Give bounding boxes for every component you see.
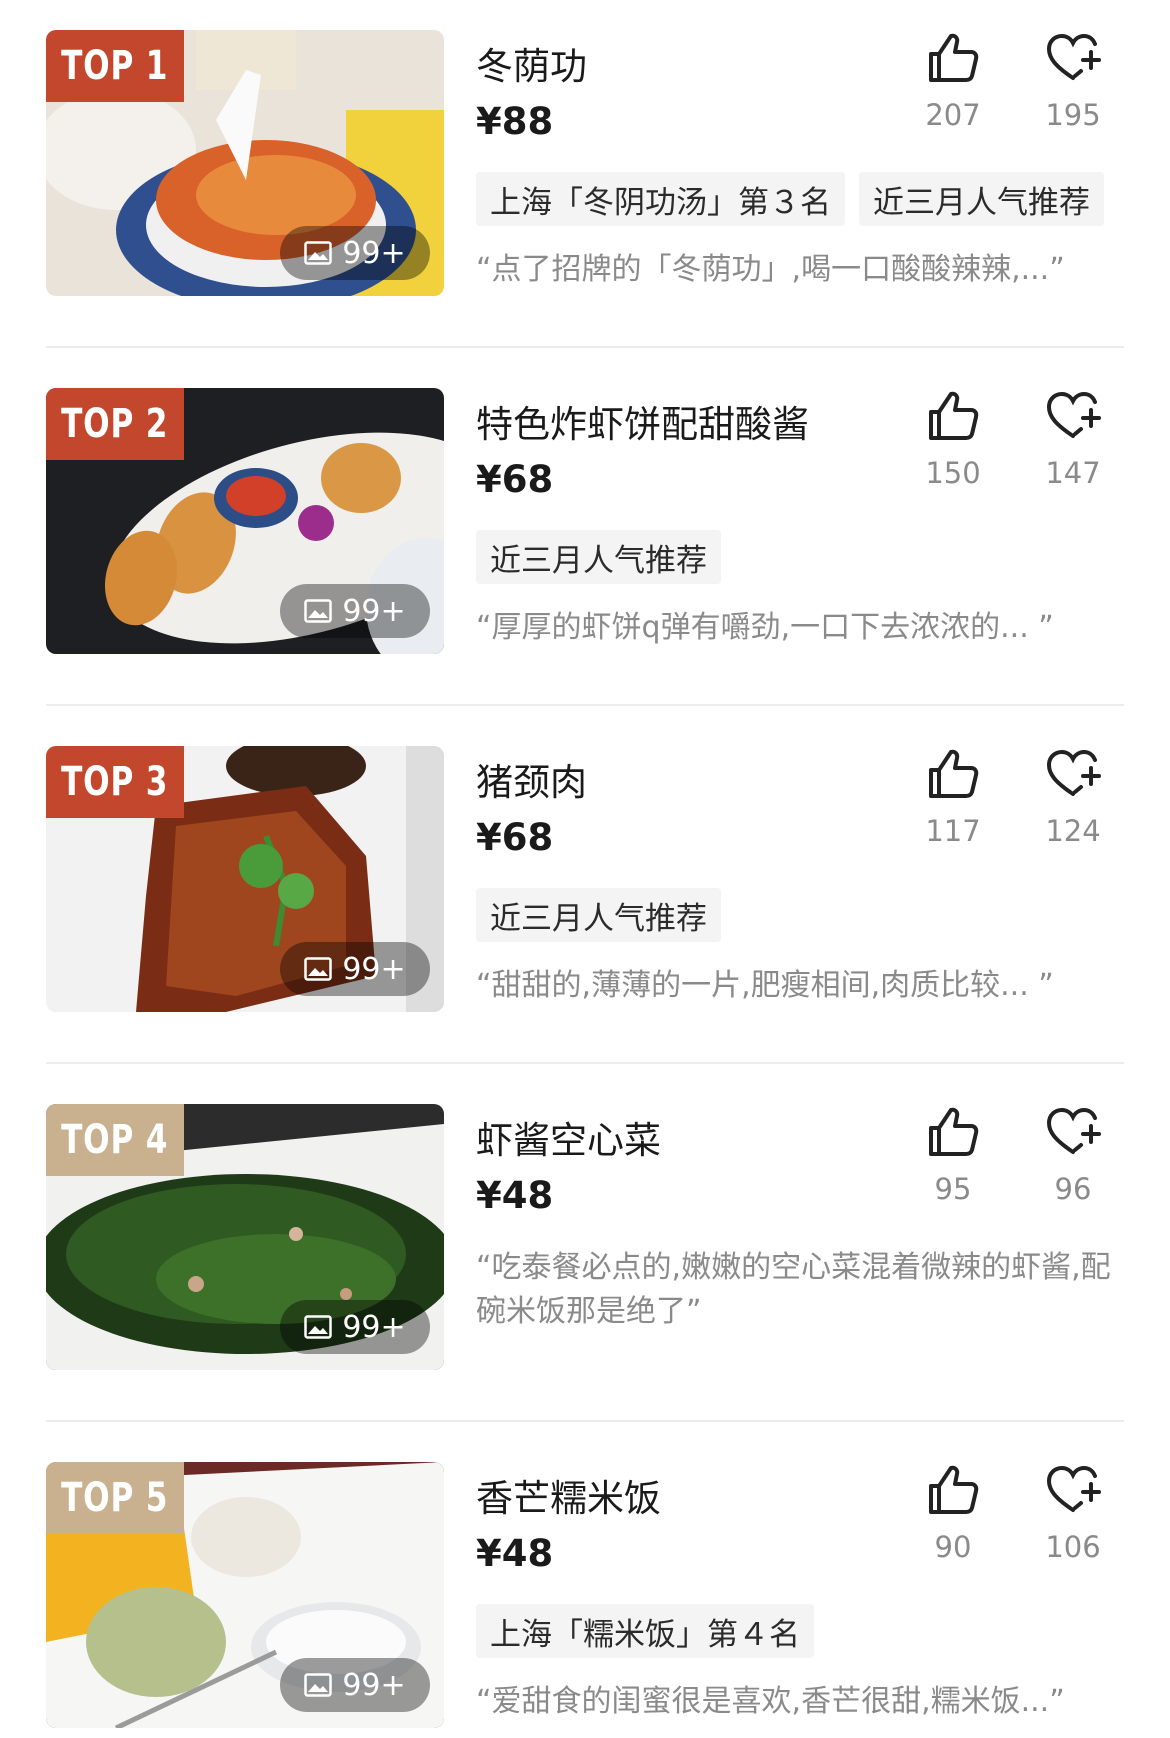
photo-count-pill[interactable]: 99+ — [280, 584, 430, 638]
popular-tag[interactable]: 近三月人气推荐 — [476, 530, 721, 584]
like-button[interactable]: 95 — [908, 1104, 998, 1206]
dish-name: 香芒糯米饭 — [476, 1477, 661, 1520]
photo-count: 99+ — [342, 593, 406, 629]
dish-item-2[interactable]: TOP 2 99+ 特色炸虾饼配甜酸酱 ¥68 150 147 近三月人气推荐 … — [0, 358, 1170, 716]
favorite-button[interactable]: 124 — [1028, 746, 1118, 848]
dish-photo[interactable]: TOP 4 99+ — [46, 1104, 444, 1370]
thumbs-up-icon — [929, 1107, 979, 1156]
like-button[interactable]: 117 — [908, 746, 998, 848]
favorite-count: 195 — [1045, 98, 1101, 132]
photo-count-pill[interactable]: 99+ — [280, 1300, 430, 1354]
dish-price: ¥68 — [476, 816, 554, 859]
dish-ranking-list: TOP 1 99+ 冬荫功 ¥88 207 195 上海「冬阴功汤」第３名 近三… — [0, 0, 1170, 1738]
image-icon — [304, 1315, 333, 1339]
heart-plus-icon — [1046, 33, 1101, 80]
review-snippet[interactable]: “甜甜的,薄薄的一片,肥瘦相间,肉质比较... ” — [476, 964, 1128, 1008]
dish-item-3[interactable]: TOP 3 99+ 猪颈肉 ¥68 117 124 近三月人气推荐 “甜甜的,薄… — [0, 716, 1170, 1074]
photo-count: 99+ — [342, 1309, 406, 1345]
image-icon — [304, 957, 333, 981]
ranking-tag[interactable]: 上海「冬阴功汤」第３名 — [476, 172, 845, 226]
favorite-button[interactable]: 96 — [1028, 1104, 1118, 1206]
tag-row: 上海「冬阴功汤」第３名 近三月人气推荐 — [476, 172, 1104, 226]
tag-row: 近三月人气推荐 — [476, 888, 721, 942]
like-count: 90 — [934, 1530, 972, 1564]
photo-count: 99+ — [342, 951, 406, 987]
review-snippet[interactable]: “点了招牌的「冬荫功」,喝一口酸酸辣辣,...” — [476, 248, 1128, 292]
dish-price: ¥48 — [476, 1174, 554, 1217]
photo-count-pill[interactable]: 99+ — [280, 942, 430, 996]
like-count: 207 — [925, 98, 981, 132]
like-count: 150 — [925, 456, 981, 490]
divider — [46, 704, 1124, 706]
favorite-button[interactable]: 147 — [1028, 388, 1118, 490]
photo-count: 99+ — [342, 1667, 406, 1703]
rank-badge: TOP 3 — [46, 746, 184, 818]
heart-plus-icon — [1046, 391, 1101, 438]
rank-badge: TOP 1 — [46, 30, 184, 102]
heart-plus-icon — [1046, 749, 1101, 796]
ranking-tag[interactable]: 上海「糯米饭」第４名 — [476, 1604, 814, 1658]
tag-row: 近三月人气推荐 — [476, 530, 721, 584]
dish-name: 特色炸虾饼配甜酸酱 — [476, 403, 809, 446]
review-snippet[interactable]: “厚厚的虾饼q弹有嚼劲,一口下去浓浓的... ” — [476, 606, 1128, 650]
photo-count: 99+ — [342, 235, 406, 271]
photo-count-pill[interactable]: 99+ — [280, 1658, 430, 1712]
divider — [46, 1062, 1124, 1064]
dish-photo[interactable]: TOP 2 99+ — [46, 388, 444, 654]
thumbs-up-icon — [929, 1465, 979, 1514]
like-count: 95 — [934, 1172, 972, 1206]
like-button[interactable]: 207 — [908, 30, 998, 132]
divider — [46, 1420, 1124, 1422]
favorite-count: 147 — [1045, 456, 1101, 490]
favorite-button[interactable]: 106 — [1028, 1462, 1118, 1564]
favorite-count: 106 — [1045, 1530, 1101, 1564]
favorite-count: 96 — [1054, 1172, 1092, 1206]
image-icon — [304, 1673, 333, 1697]
dish-price: ¥68 — [476, 458, 554, 501]
divider — [46, 346, 1124, 348]
dish-price: ¥48 — [476, 1532, 554, 1575]
dish-item-5[interactable]: TOP 5 99+ 香芒糯米饭 ¥48 90 106 上海「糯米饭」第４名 “爱… — [0, 1432, 1170, 1738]
rank-badge: TOP 4 — [46, 1104, 184, 1176]
rank-badge: TOP 2 — [46, 388, 184, 460]
tag-row: 上海「糯米饭」第４名 — [476, 1604, 814, 1658]
image-icon — [304, 241, 333, 265]
popular-tag[interactable]: 近三月人气推荐 — [476, 888, 721, 942]
like-button[interactable]: 90 — [908, 1462, 998, 1564]
dish-price: ¥88 — [476, 100, 554, 143]
photo-count-pill[interactable]: 99+ — [280, 226, 430, 280]
like-button[interactable]: 150 — [908, 388, 998, 490]
favorite-count: 124 — [1045, 814, 1101, 848]
dish-photo[interactable]: TOP 1 99+ — [46, 30, 444, 296]
dish-name: 猪颈肉 — [476, 761, 587, 804]
thumbs-up-icon — [929, 391, 979, 440]
heart-plus-icon — [1046, 1107, 1101, 1154]
image-icon — [304, 599, 333, 623]
rank-badge: TOP 5 — [46, 1462, 184, 1534]
dish-name: 冬荫功 — [476, 45, 587, 88]
popular-tag[interactable]: 近三月人气推荐 — [859, 172, 1104, 226]
dish-photo[interactable]: TOP 3 99+ — [46, 746, 444, 1012]
favorite-button[interactable]: 195 — [1028, 30, 1118, 132]
dish-name: 虾酱空心菜 — [476, 1119, 661, 1162]
thumbs-up-icon — [929, 749, 979, 798]
dish-photo[interactable]: TOP 5 99+ — [46, 1462, 444, 1728]
thumbs-up-icon — [929, 33, 979, 82]
dish-item-4[interactable]: TOP 4 99+ 虾酱空心菜 ¥48 95 96 “吃泰餐必点的,嫩嫩的空心菜… — [0, 1074, 1170, 1432]
dish-item-1[interactable]: TOP 1 99+ 冬荫功 ¥88 207 195 上海「冬阴功汤」第３名 近三… — [0, 0, 1170, 358]
review-snippet[interactable]: “爱甜食的闺蜜很是喜欢,香芒很甜,糯米饭...” — [476, 1680, 1128, 1724]
review-snippet[interactable]: “吃泰餐必点的,嫩嫩的空心菜混着微辣的虾酱,配碗米饭那是绝了” — [476, 1246, 1128, 1334]
like-count: 117 — [925, 814, 981, 848]
heart-plus-icon — [1046, 1465, 1101, 1512]
